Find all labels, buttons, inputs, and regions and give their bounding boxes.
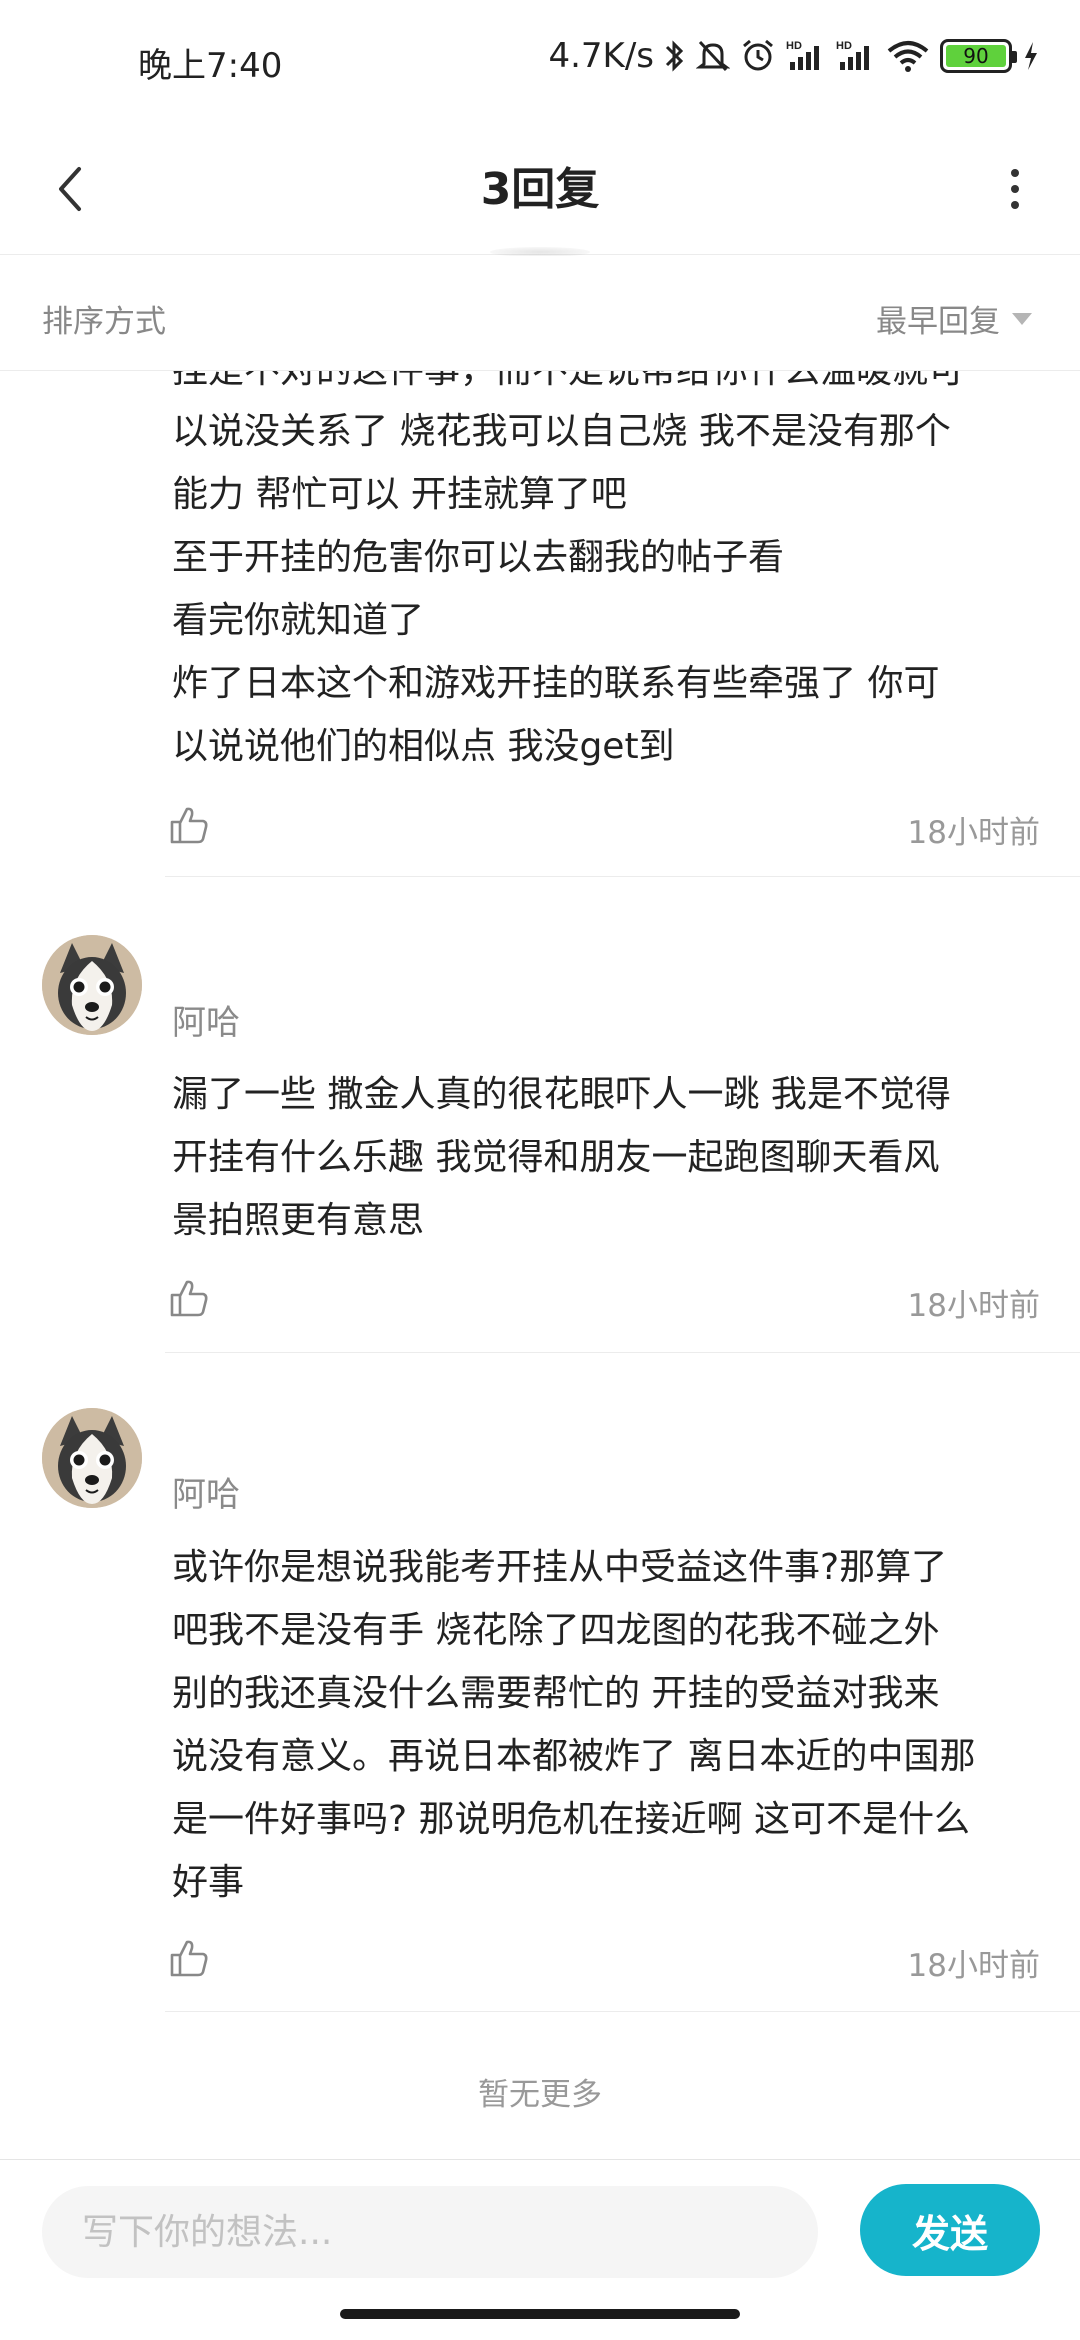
divider [165,1352,1080,1353]
reply-text-line: 开挂有什么乐趣 我觉得和朋友一起跑图聊天看风 [172,1137,940,1178]
more-vertical-icon [1011,169,1019,177]
reply-text-line: 以说说他们的相似点 我没get到 [172,726,675,767]
reply-text-line: 或许你是想说我能考开挂从中受益这件事?那算了 [172,1547,948,1588]
battery-level: 90 [946,45,1006,67]
reply-text-line: 景拍照更有意思 [172,1200,425,1241]
more-vertical-icon [1011,201,1019,209]
sort-bar: 排序方式 最早回复 [0,256,1080,371]
husky-avatar-image [42,1408,142,1508]
sort-selected-value: 最早回复 [876,304,1000,340]
reply-text-line: 是一件好事吗? 那说明危机在接近啊 这可不是什么 [172,1799,970,1840]
svg-text:HD: HD [786,40,802,52]
reply-text-line: 能力 帮忙可以 开挂就算了吧 [172,474,627,515]
charging-icon [1025,42,1037,70]
more-vertical-icon [1011,185,1019,193]
reply-text-line: 好事 [172,1862,245,1903]
reply-text-line: 看完你就知道了 [172,600,425,641]
bluetooth-icon [665,40,684,72]
divider [165,2011,1080,2012]
reply-author[interactable]: 阿哈 [172,1467,240,1516]
mute-icon [696,40,730,72]
svg-text:HD: HD [836,40,852,52]
avatar[interactable] [42,1408,142,1508]
reply-text-line: 挂是不对的这件事，而不是说帮给你什么温暖就可 [172,371,964,393]
battery-tip [1012,51,1017,63]
thumbs-up-icon[interactable] [168,1937,210,1979]
thumbs-up-icon[interactable] [168,804,210,846]
reply-text-line: 以说没关系了 烧花我可以自己烧 我不是没有那个 [172,411,951,452]
composer-bar: 发送 [0,2159,1080,2299]
caret-down-icon [1012,312,1032,325]
page-title: 3回复 [480,164,600,215]
husky-avatar-image [42,935,142,1035]
reply-text-line: 漏了一些 撒金人真的很花眼吓人一跳 我是不觉得 [172,1074,951,1115]
reply-time: 18小时前 [907,1288,1040,1324]
reply-text-line: 炸了日本这个和游戏开挂的联系有些牵强了 你可 [172,663,940,704]
reply-text-line: 说没有意义。再说日本都被炸了 离日本近的中国那 [172,1736,976,1777]
reply-time: 18小时前 [907,815,1040,851]
status-bar: 晚上7:40 4.7K/s HD HD 90 [0,0,1080,125]
reply-text-line: 至于开挂的危害你可以去翻我的帖子看 [172,537,785,578]
reply-list[interactable]: 挂是不对的这件事，而不是说帮给你什么温暖就可 以说没关系了 烧花我可以自己烧 我… [0,371,1080,2159]
sort-dropdown[interactable]: 最早回复 [876,296,1032,341]
more-options-button[interactable] [980,149,1050,229]
send-button[interactable]: 发送 [860,2184,1040,2276]
signal-hd-icon: HD [836,40,869,70]
status-time: 晚上7:40 [138,46,283,86]
reply-text-line: 别的我还真没什么需要帮忙的 开挂的受益对我来 [172,1673,940,1714]
alarm-icon [743,39,773,71]
signal-hd-icon: HD [786,40,819,70]
network-speed: 4.7K/s [548,36,654,76]
reply-author[interactable]: 阿哈 [172,995,240,1044]
divider [165,876,1080,877]
status-icons: 4.7K/s HD HD 90 [548,36,1040,76]
wifi-icon [887,41,929,72]
battery-icon: 90 [940,39,1017,73]
reply-text-line: 吧我不是没有手 烧花除了四龙图的花我不碰之外 [172,1610,940,1651]
title-bar: 3回复 [0,125,1080,257]
no-more-label: 暂无更多 [478,2077,602,2113]
thumbs-up-icon[interactable] [168,1277,210,1319]
avatar[interactable] [42,935,142,1035]
comment-input[interactable] [42,2186,818,2278]
sort-label: 排序方式 [42,304,166,340]
reply-time: 18小时前 [907,1948,1040,1984]
home-indicator[interactable] [340,2309,740,2319]
